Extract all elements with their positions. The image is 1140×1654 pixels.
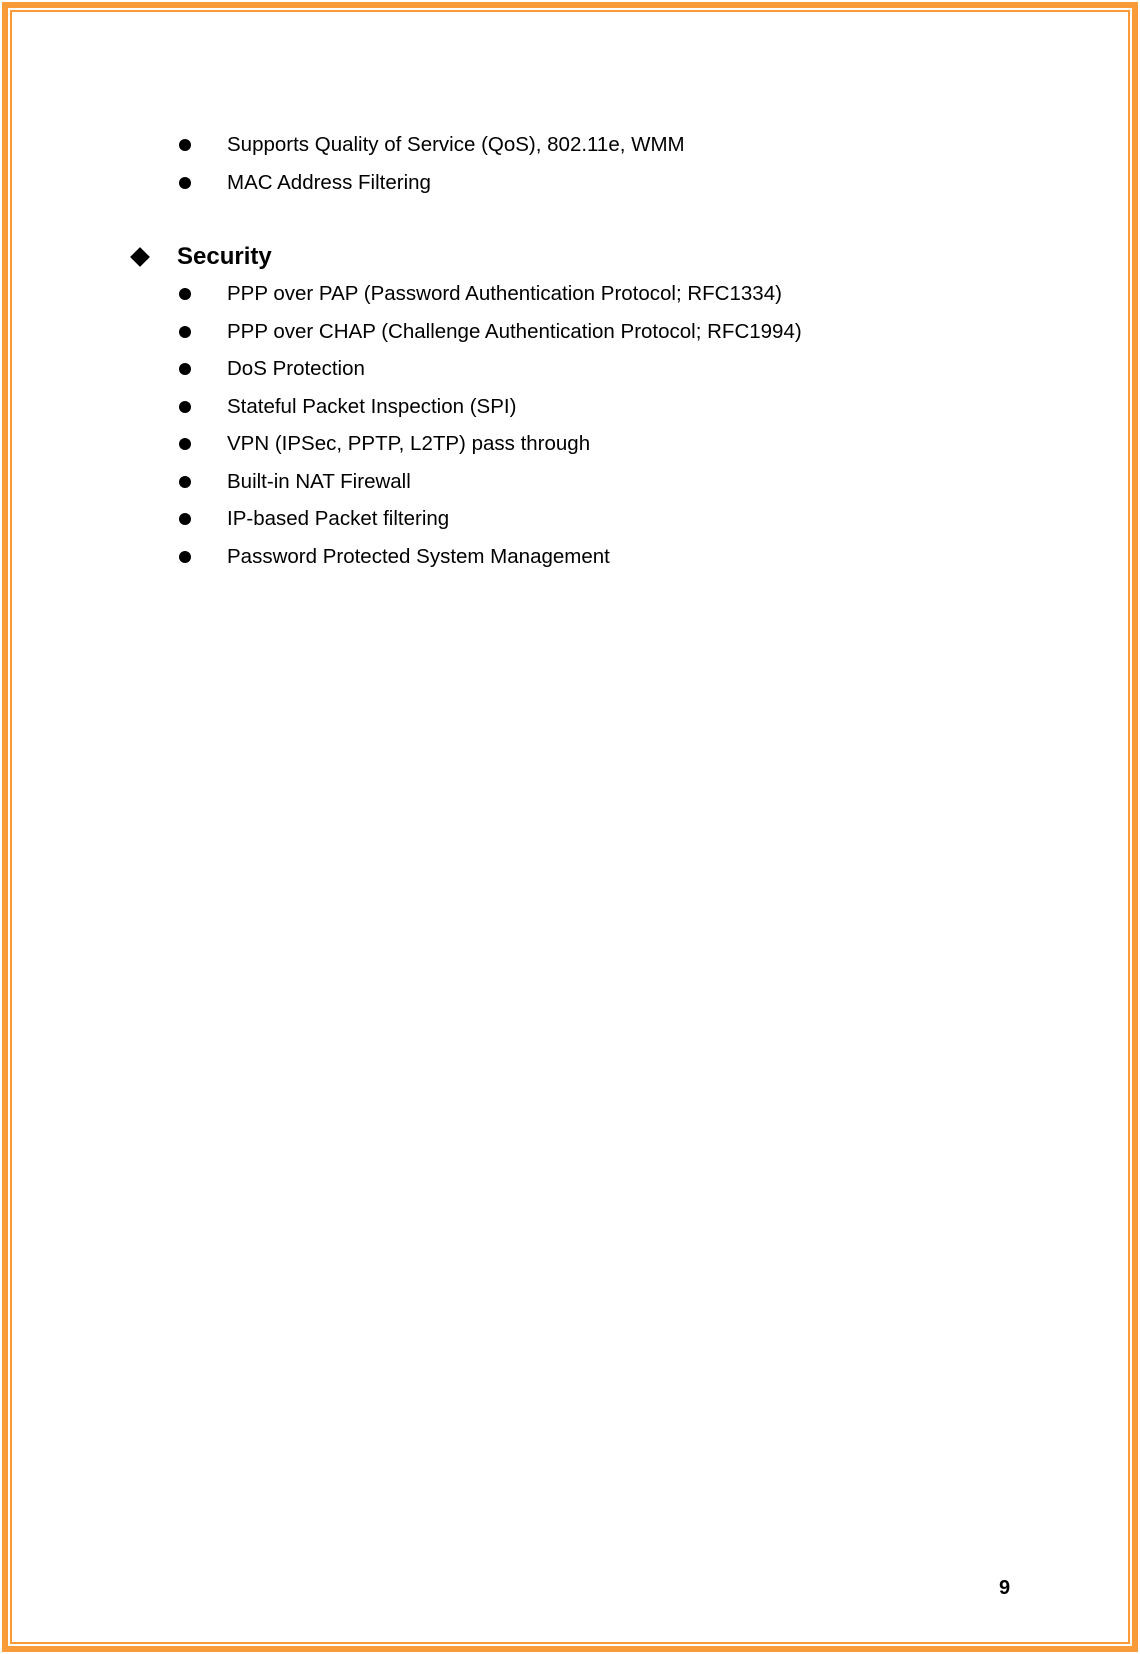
list-item: Stateful Packet Inspection (SPI) (0, 394, 1000, 420)
list-item-text: Supports Quality of Service (QoS), 802.1… (227, 133, 685, 156)
list-item-text: Built-in NAT Firewall (227, 470, 411, 493)
bullet-icon (179, 288, 191, 300)
list-item: Supports Quality of Service (QoS), 802.1… (0, 132, 1000, 158)
bullet-icon (179, 476, 191, 488)
list-item: PPP over CHAP (Challenge Authentication … (0, 319, 1000, 345)
list-item: Password Protected System Management (0, 544, 1000, 570)
bullet-icon (179, 326, 191, 338)
list-item-text: DoS Protection (227, 357, 365, 380)
list-item-text: PPP over PAP (Password Authentication Pr… (227, 282, 782, 305)
list-item-text: VPN (IPSec, PPTP, L2TP) pass through (227, 432, 591, 455)
list-item: MAC Address Filtering (0, 170, 1000, 196)
bullet-icon (179, 551, 191, 563)
list-item: IP-based Packet filtering (0, 506, 1000, 532)
page-number: 9 (999, 1577, 1011, 1599)
bullet-icon (179, 401, 191, 413)
bullet-icon (179, 513, 191, 525)
list-item-text: Password Protected System Management (227, 545, 610, 568)
bullet-icon (179, 438, 191, 450)
list-item-text: Stateful Packet Inspection (SPI) (227, 395, 517, 418)
section-heading-security: Security (0, 242, 600, 272)
diamond-bullet-icon (130, 247, 150, 267)
list-item-text: PPP over CHAP (Challenge Authentication … (227, 320, 802, 343)
list-item: PPP over PAP (Password Authentication Pr… (0, 281, 1000, 307)
list-item-text: IP-based Packet filtering (227, 507, 450, 530)
list-item-text: MAC Address Filtering (227, 171, 431, 194)
list-item: VPN (IPSec, PPTP, L2TP) pass through (0, 431, 1000, 457)
bullet-icon (179, 363, 191, 375)
section-title: Security (177, 243, 272, 270)
bullet-icon (179, 139, 191, 151)
bullet-icon (179, 177, 191, 189)
list-item: DoS Protection (0, 356, 1000, 382)
list-item: Built-in NAT Firewall (0, 469, 1000, 495)
